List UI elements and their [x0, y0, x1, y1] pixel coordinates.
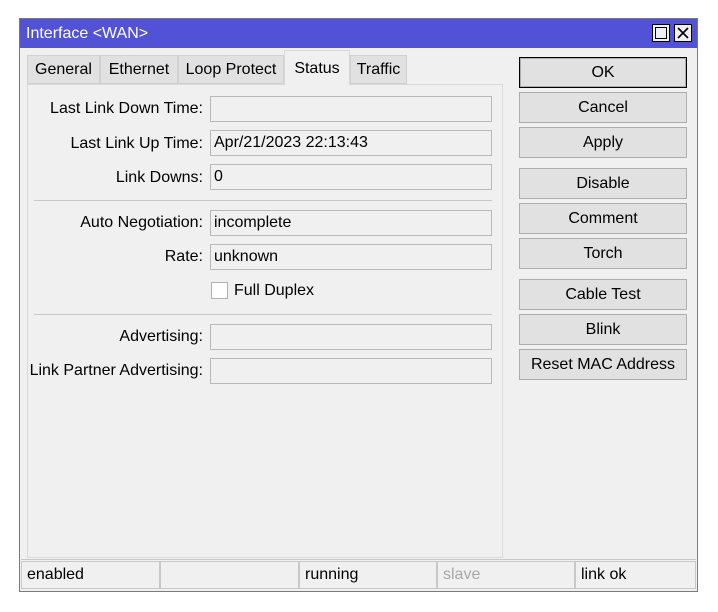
advertising-label: Advertising: [119, 328, 203, 345]
last-link-down-time-field[interactable] [210, 96, 492, 122]
auto-negotiation-label: Auto Negotiation: [80, 214, 203, 231]
close-button[interactable] [674, 24, 692, 42]
last-link-up-time-label: Last Link Up Time: [70, 135, 204, 152]
status-running: running [299, 561, 437, 589]
reset-mac-address-button[interactable]: Reset MAC Address [519, 349, 687, 380]
link-downs-field[interactable]: 0 [210, 164, 492, 190]
link-downs-label: Link Downs: [115, 169, 203, 186]
torch-button[interactable]: Torch [519, 238, 687, 269]
maximize-button[interactable] [652, 24, 670, 42]
statusbar-divider [21, 559, 696, 560]
auto-negotiation-field[interactable]: incomplete [210, 210, 492, 236]
full-duplex-checkbox[interactable] [211, 282, 228, 299]
full-duplex-label: Full Duplex [234, 282, 315, 299]
ok-button[interactable]: OK [519, 57, 687, 88]
last-link-down-time-label: Last Link Down Time: [50, 100, 203, 117]
disable-button[interactable]: Disable [519, 168, 687, 199]
cable-test-button[interactable]: Cable Test [519, 279, 687, 310]
status-blank [160, 561, 299, 589]
tab-general[interactable]: General [27, 55, 100, 84]
status-link: link ok [575, 561, 696, 589]
tab-ethernet[interactable]: Ethernet [100, 55, 178, 84]
rate-field[interactable]: unknown [210, 244, 492, 270]
title-bar[interactable]: Interface <WAN> [20, 19, 697, 48]
separator [34, 314, 492, 315]
cancel-button[interactable]: Cancel [519, 92, 687, 123]
link-partner-advertising-field[interactable] [210, 358, 492, 384]
comment-button[interactable]: Comment [519, 203, 687, 234]
maximize-icon [655, 27, 667, 39]
tab-traffic[interactable]: Traffic [350, 55, 407, 84]
rate-label: Rate: [164, 248, 203, 265]
separator [34, 200, 492, 201]
status-slave: slave [437, 561, 575, 589]
apply-button[interactable]: Apply [519, 127, 687, 158]
window-title: Interface <WAN> [26, 25, 149, 42]
status-enabled: enabled [21, 561, 160, 589]
last-link-up-time-field[interactable]: Apr/21/2023 22:13:43 [210, 130, 492, 156]
interface-window: Interface <WAN> General Ethernet Loop Pr… [19, 18, 698, 592]
advertising-field[interactable] [210, 324, 492, 350]
tab-loop-protect[interactable]: Loop Protect [178, 55, 284, 84]
tab-status[interactable]: Status [284, 50, 350, 85]
link-partner-advertising-label: Link Partner Advertising: [29, 362, 203, 379]
close-icon [677, 27, 689, 39]
blink-button[interactable]: Blink [519, 314, 687, 345]
